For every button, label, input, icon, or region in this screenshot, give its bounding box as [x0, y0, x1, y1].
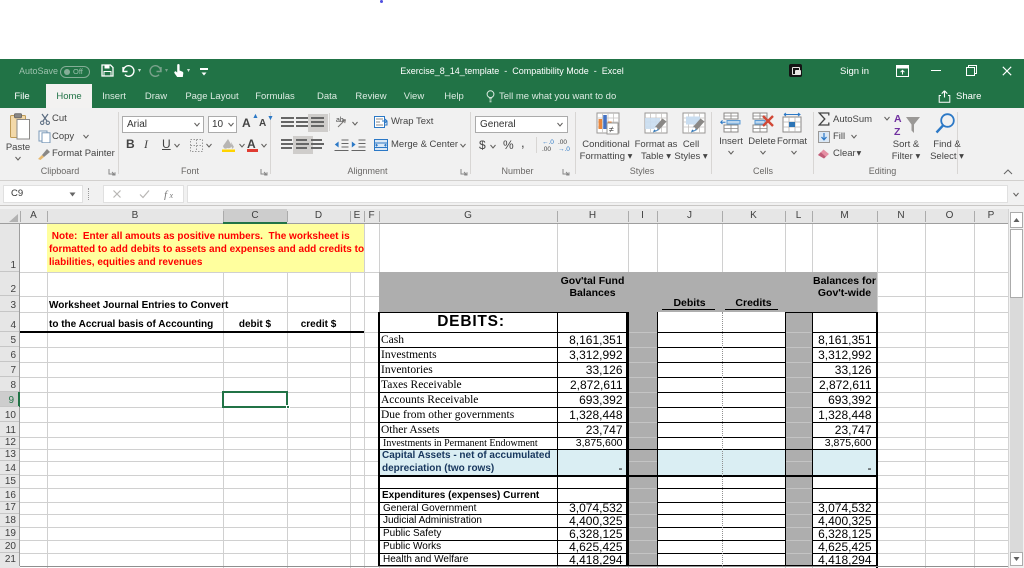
svg-text:x: x [169, 191, 174, 200]
svg-text:f: f [164, 189, 169, 200]
svg-text:←.0: ←.0 [542, 139, 554, 146]
svg-text:ab: ab [336, 117, 344, 124]
svg-text:Z: Z [894, 126, 901, 137]
svg-text:A: A [894, 113, 902, 125]
svg-text:.00: .00 [542, 146, 551, 152]
svg-text:≠: ≠ [609, 125, 614, 135]
